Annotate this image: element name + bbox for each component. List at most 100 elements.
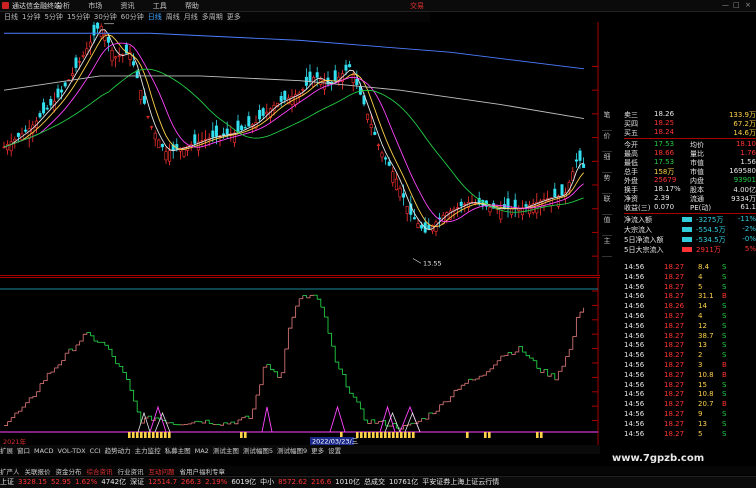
tick-volume: 10.8 — [698, 390, 714, 398]
indicator-tabs: 扩展窗口MACDVOL-TDXCCI趋势动力主力监控私募主图MA2测试主图测试幅… — [0, 445, 600, 454]
indicator-tab[interactable]: 趋势动力 — [105, 447, 131, 455]
tick-row: 14:5618.2713S — [624, 420, 756, 430]
period-tab-10[interactable]: 更多 — [227, 13, 241, 21]
golden-pit-bar — [372, 432, 375, 438]
side-tab[interactable]: 势 — [602, 173, 612, 194]
period-tab-9[interactable]: 多周期 — [202, 13, 223, 21]
candle-body — [107, 37, 109, 42]
quote-value-2: 1.56 — [740, 158, 756, 166]
status-item: 1.62% — [75, 478, 97, 486]
tick-volume: 13 — [698, 341, 707, 349]
menu-item-market[interactable]: 市场 — [88, 2, 102, 10]
info-bar-item[interactable]: 资金分布 — [56, 468, 82, 476]
side-tab[interactable]: 价 — [602, 131, 612, 152]
quote-label: 买五 — [624, 128, 638, 138]
menu-item-analysis[interactable]: 分析 — [56, 2, 70, 10]
fund-flow-bar — [682, 237, 692, 242]
candle-body — [402, 194, 404, 198]
indicator-tab[interactable]: 扩展 — [0, 447, 13, 455]
period-tab-1[interactable]: 1分钟 — [22, 13, 40, 21]
info-bar-item[interactable]: 关联报价 — [25, 468, 51, 476]
indicator-tab[interactable]: 更多 — [311, 447, 324, 455]
fund-flow-bar — [682, 217, 692, 222]
status-item: 12514.7 — [148, 478, 177, 486]
tick-row: 14:5618.273B — [624, 361, 756, 371]
info-bar-item[interactable]: 扩严人 — [0, 468, 20, 476]
indicator-tab[interactable]: CCI — [90, 447, 101, 455]
indicator-bg — [0, 277, 600, 445]
indicator-tab[interactable]: 私募主图 — [165, 447, 191, 455]
indicator-tab[interactable]: VOL-TDX — [57, 447, 85, 455]
candle-body — [161, 144, 163, 147]
tick-time: 14:56 — [624, 351, 644, 359]
side-tab[interactable]: 值 — [602, 215, 612, 236]
side-tab[interactable]: 主 — [602, 236, 612, 257]
period-tab-8[interactable]: 月线 — [184, 13, 198, 21]
period-tab-0[interactable]: 日线 — [4, 13, 18, 21]
candle-body — [46, 108, 48, 109]
candle-body — [240, 126, 242, 130]
indicator-tab[interactable]: 测试幅图9 — [277, 447, 307, 455]
menu-item-news[interactable]: 资讯 — [120, 2, 134, 10]
indicator-tab[interactable]: 窗口 — [17, 447, 30, 455]
tick-time: 14:56 — [624, 292, 644, 300]
period-tab-2[interactable]: 5分钟 — [44, 13, 62, 21]
period-tab-6[interactable]: 日线 — [148, 13, 162, 21]
tick-price: 18.27 — [664, 361, 684, 369]
status-item: 266.3 — [181, 478, 201, 486]
golden-pit-bar — [380, 432, 383, 438]
indicator-tab[interactable]: MA2 — [195, 447, 209, 455]
period-tab-4[interactable]: 30分钟 — [94, 13, 117, 21]
info-bar-item[interactable]: 互动问题 — [149, 468, 175, 476]
period-tab-5[interactable]: 60分钟 — [121, 13, 144, 21]
golden-pit-bar — [360, 432, 363, 438]
fund-flow-value: -534.5万 — [696, 235, 726, 245]
candle-body — [489, 207, 491, 212]
minimize-button[interactable]: — — [722, 1, 729, 9]
candle-body — [118, 56, 120, 57]
status-item: 上证 — [0, 478, 14, 486]
info-bar-item[interactable]: 省用户福利专章 — [180, 468, 226, 476]
tick-volume: 10.8 — [698, 371, 714, 379]
tick-volume: 4 — [698, 273, 702, 281]
time-label-start: 2021年 — [3, 437, 27, 445]
indicator-tab[interactable]: MACD — [34, 447, 53, 455]
tick-time: 14:56 — [624, 312, 644, 320]
side-tab[interactable]: 笔 — [602, 110, 612, 131]
menu-item-tools[interactable]: 工具 — [153, 2, 167, 10]
side-tab[interactable]: 细 — [602, 152, 612, 173]
candle-body — [417, 224, 419, 228]
candlestick-chart[interactable]: 22.0021.0020.0019.0018.0017.0016.0015.00… — [0, 22, 600, 276]
tick-volume: 38.7 — [698, 332, 714, 340]
candle-body — [150, 126, 152, 127]
info-bar-item[interactable]: 综合资讯 — [87, 468, 113, 476]
quote-label-2: PE(动) — [690, 203, 711, 213]
fund-flow-value: -554.5万 — [696, 225, 726, 235]
cursor-date-label: 2022/03/23/三 — [312, 438, 359, 446]
period-tab-3[interactable]: 15分钟 — [67, 13, 90, 21]
indicator-tab[interactable]: 测试幅图5 — [243, 447, 273, 455]
candle-body — [194, 135, 196, 144]
tick-price: 18.27 — [664, 273, 684, 281]
info-bar-item[interactable]: 行业资讯 — [118, 468, 144, 476]
close-button[interactable]: × — [745, 1, 751, 9]
candle-body — [280, 96, 282, 101]
candle-body — [244, 127, 246, 128]
side-tab[interactable]: 联 — [602, 194, 612, 215]
maximize-button[interactable]: □ — [733, 1, 740, 9]
tick-row: 14:5618.279S — [624, 410, 756, 420]
tick-side: B — [722, 292, 727, 300]
menu-item-help[interactable]: 帮助 — [185, 2, 199, 10]
candle-body — [388, 162, 390, 165]
period-tab-7[interactable]: 周线 — [166, 13, 180, 21]
tick-price: 18.27 — [664, 351, 684, 359]
candle-body — [510, 209, 512, 215]
indicator-tab[interactable]: 主力监控 — [135, 447, 161, 455]
indicator-tab[interactable]: 测试主图 — [213, 447, 239, 455]
tick-time: 14:56 — [624, 400, 644, 408]
indicator-chart[interactable]: 100.0090.0080.0070.0060.0050.0040.0030.0… — [0, 277, 600, 445]
indicator-tab[interactable]: 设置 — [328, 447, 341, 455]
candle-body — [406, 206, 408, 213]
trade-button[interactable]: 交易 — [410, 1, 424, 11]
golden-pit-bar — [536, 432, 539, 438]
